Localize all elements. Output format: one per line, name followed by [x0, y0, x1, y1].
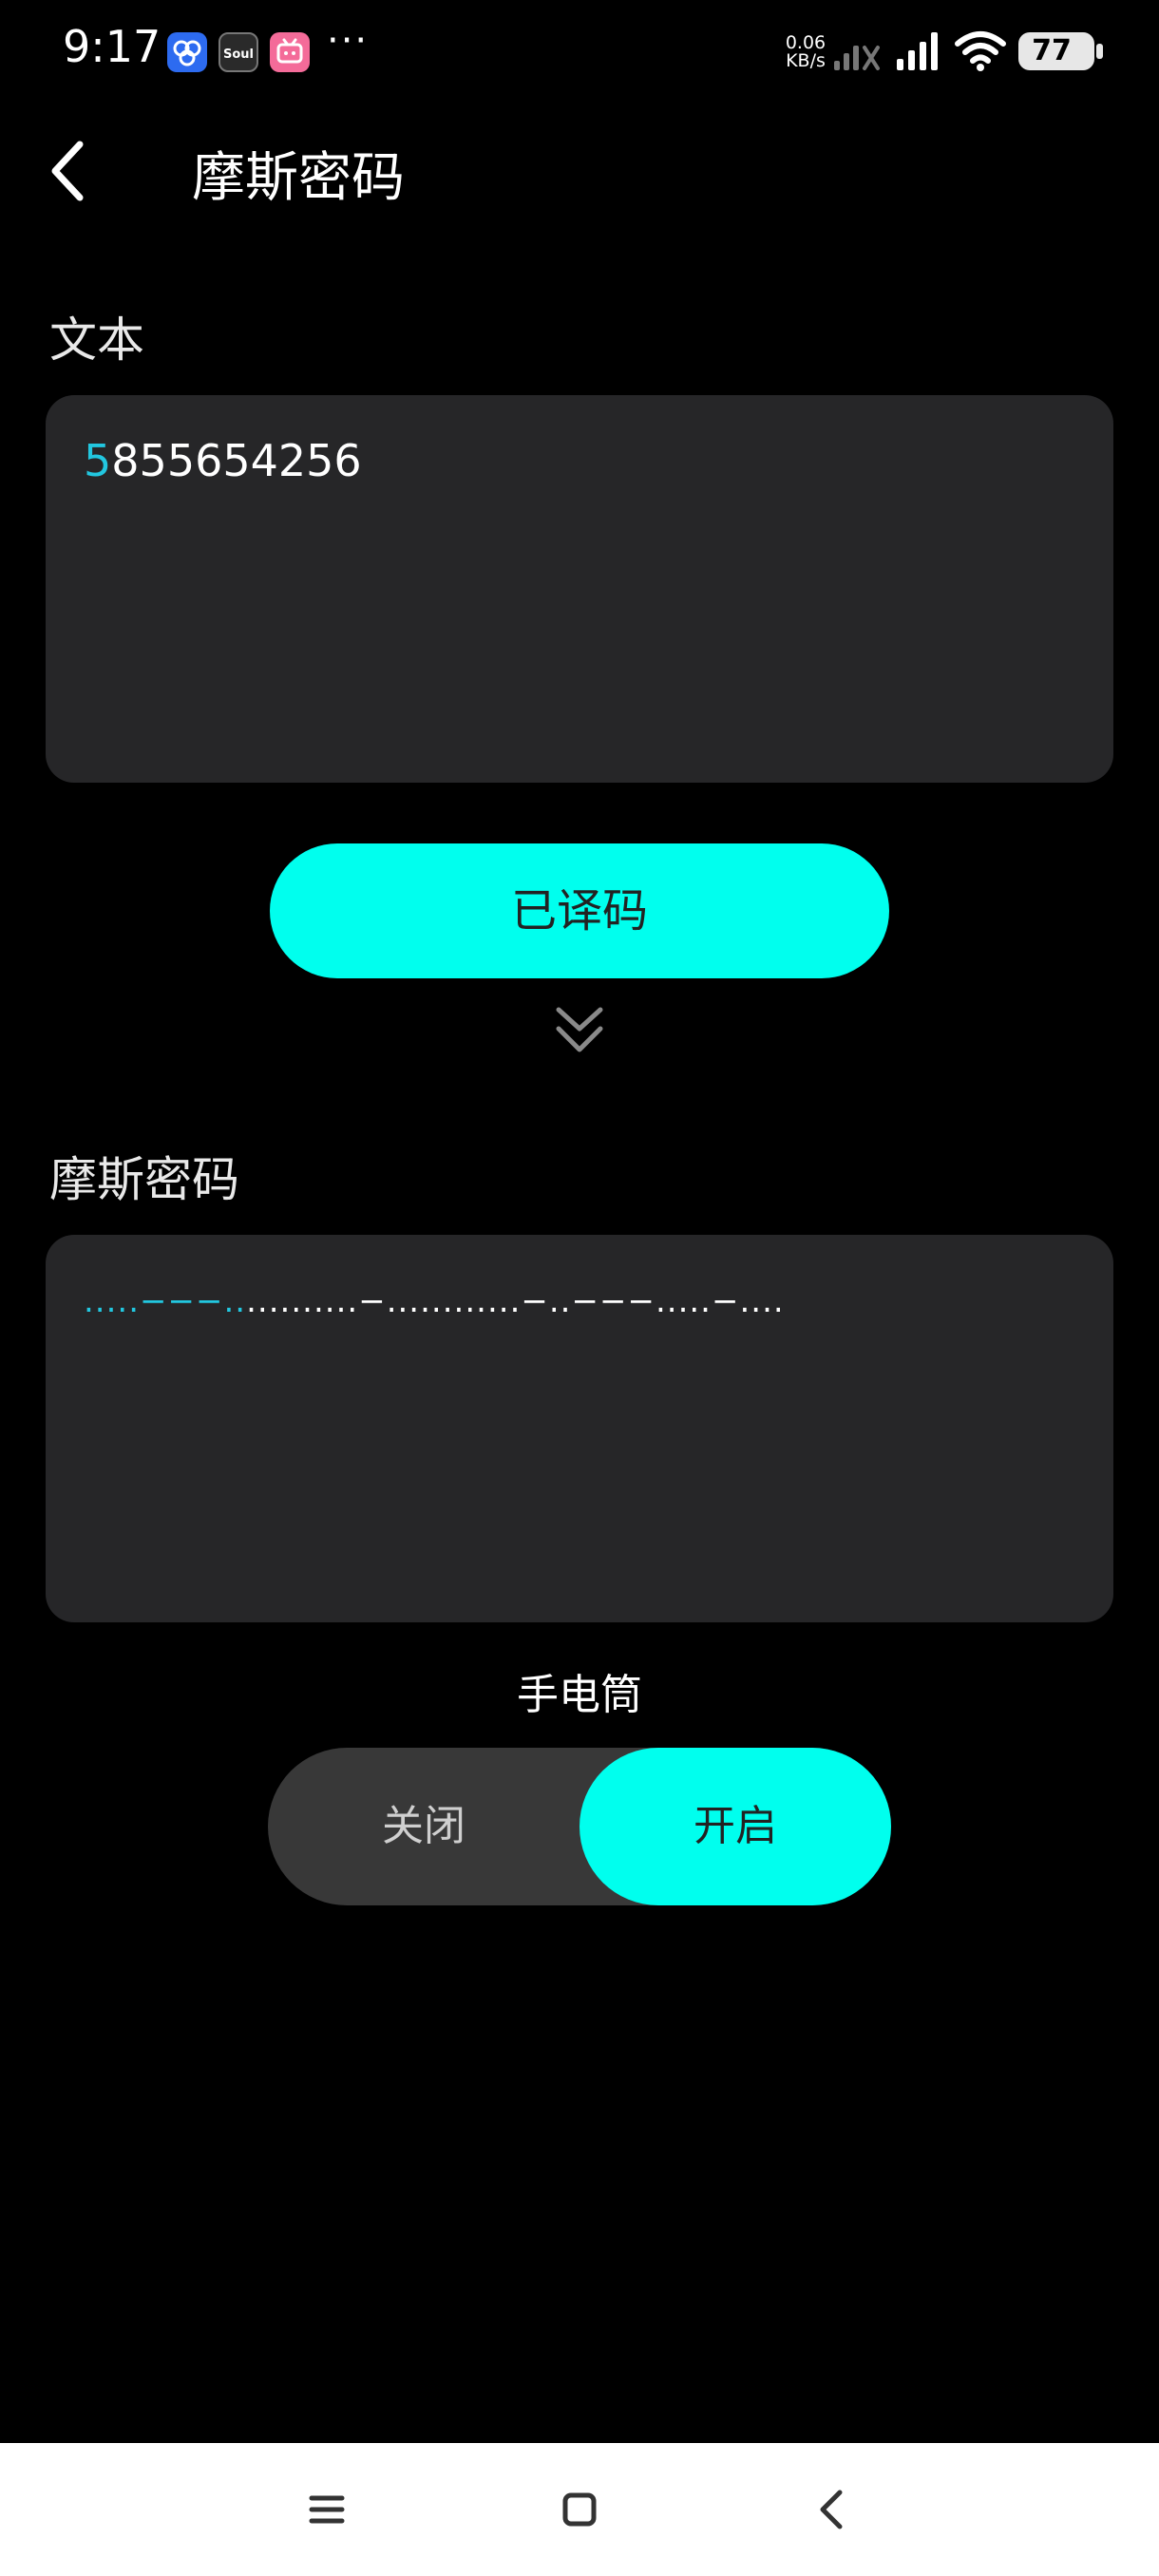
text-input-value: 5855654256 — [84, 435, 362, 486]
status-bar: 9:17 Soul ··· 0.06 KB/s 77 — [0, 0, 1159, 104]
page-title: 摩斯密码 — [192, 147, 405, 209]
text-input-field[interactable]: 5855654256 — [46, 395, 1113, 783]
flashlight-label: 手电筒 — [517, 1671, 642, 1719]
morse-output-value: .....−−−............−............−..−−−.… — [84, 1282, 785, 1320]
nav-menu-button[interactable] — [289, 2472, 365, 2548]
svg-text:Soul: Soul — [223, 47, 254, 62]
text-input-rest: 855654256 — [111, 435, 362, 486]
text-section-label: 文本 — [49, 313, 144, 368]
morse-section-label: 摩斯密码 — [49, 1152, 239, 1207]
double-chevron-down-icon — [556, 1007, 603, 1052]
back-button[interactable] — [38, 133, 104, 209]
signal-icon — [897, 32, 938, 70]
flashlight-off-option[interactable]: 关闭 — [268, 1748, 580, 1905]
baidu-netdisk-icon — [167, 32, 207, 72]
morse-output-rest: ..........−............−..−−−.....−.... — [246, 1282, 785, 1320]
network-speed-unit: KB/s — [786, 50, 826, 71]
flashlight-on-option[interactable]: 开启 — [580, 1748, 891, 1905]
battery-cap — [1096, 44, 1103, 59]
more-notifications-icon: ··· — [327, 19, 370, 63]
wifi-icon — [955, 31, 1006, 71]
home-icon — [562, 2492, 597, 2527]
network-speed: 0.06 KB/s — [777, 34, 834, 70]
flashlight-toggle[interactable]: 关闭 开启 — [268, 1748, 891, 1905]
signal-slash-icon — [834, 46, 880, 70]
text-input-highlight: 5 — [84, 435, 112, 486]
status-time: 9:17 — [63, 21, 162, 72]
battery-icon: 77 — [1018, 32, 1094, 70]
navigation-bar — [0, 2443, 1159, 2576]
nav-home-button[interactable] — [542, 2472, 618, 2548]
menu-icon — [309, 2495, 345, 2524]
decode-button[interactable]: 已译码 — [270, 843, 889, 978]
back-icon — [820, 2490, 843, 2529]
battery-level: 77 — [1032, 34, 1072, 67]
screen: 9:17 Soul ··· 0.06 KB/s 77 摩斯密码 文本 58556… — [0, 0, 1159, 2576]
chevron-left-icon — [51, 141, 84, 201]
bilibili-icon — [270, 32, 310, 72]
nav-back-button[interactable] — [794, 2472, 870, 2548]
morse-output-highlight: .....−−−.. — [84, 1282, 247, 1320]
soul-app-icon: Soul — [218, 32, 258, 72]
morse-output-field[interactable]: .....−−−............−............−..−−−.… — [46, 1235, 1113, 1622]
